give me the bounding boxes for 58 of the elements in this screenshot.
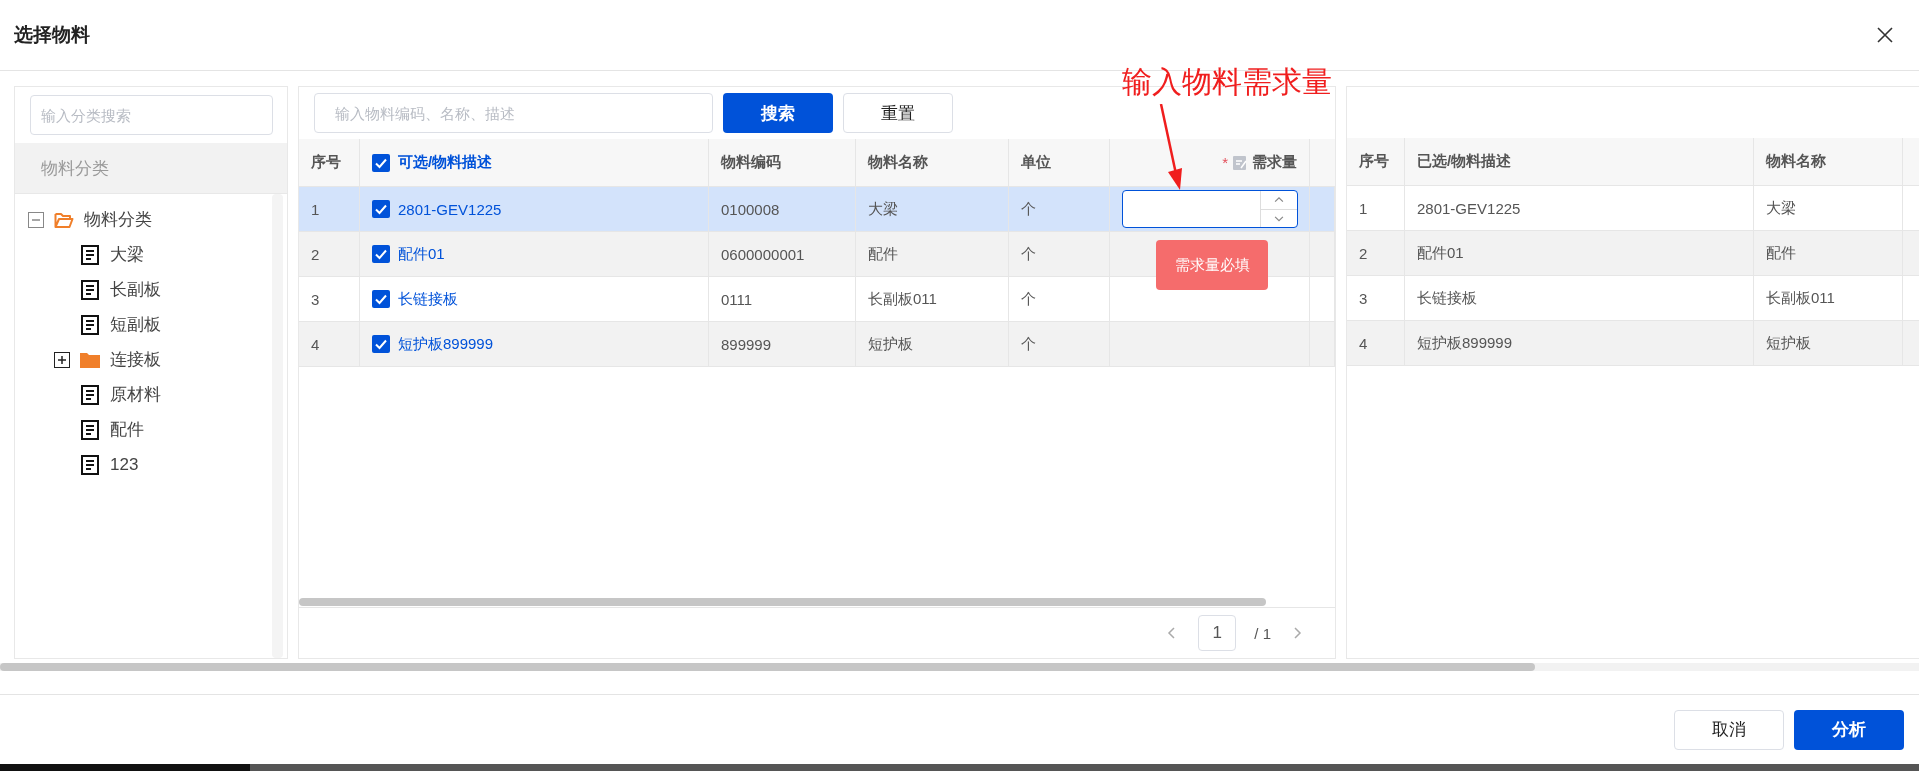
cancel-button[interactable]: 取消 bbox=[1674, 709, 1784, 750]
document-icon bbox=[80, 244, 100, 265]
material-search-field[interactable]: 输入物料编码、名称、描述 bbox=[314, 93, 713, 133]
page-total: / 1 bbox=[1254, 624, 1271, 642]
checkbox[interactable] bbox=[372, 245, 390, 263]
tree-item-label[interactable]: 原材料 bbox=[110, 383, 161, 406]
tree-item-label[interactable]: 配件 bbox=[110, 418, 144, 441]
document-icon bbox=[80, 454, 100, 475]
category-header: 物料分类 bbox=[15, 143, 287, 194]
table-row[interactable]: 3 长链接板 0111 长副板011 个 bbox=[299, 277, 1335, 322]
table-cell: 899999 bbox=[709, 322, 856, 367]
category-search-field[interactable]: 输入分类搜索 bbox=[30, 95, 273, 135]
table-cell: 短护板 bbox=[1754, 321, 1903, 366]
table-cell: 个 bbox=[1009, 322, 1110, 367]
tree-item-label[interactable]: 连接板 bbox=[110, 348, 161, 371]
edit-icon bbox=[1232, 154, 1248, 171]
checkbox[interactable] bbox=[372, 335, 390, 353]
material-description-link[interactable]: 2801-GEV1225 bbox=[398, 200, 502, 218]
required-mark: * bbox=[1222, 154, 1228, 171]
table-row[interactable]: 4 短护板899999 短护板 bbox=[1347, 321, 1919, 366]
row-index: 4 bbox=[299, 322, 360, 367]
document-icon bbox=[80, 279, 100, 300]
table-row[interactable]: 3 长链接板 长副板011 bbox=[1347, 276, 1919, 321]
table-cell: 短护板899999 bbox=[1405, 321, 1754, 366]
document-icon bbox=[80, 384, 100, 405]
search-button[interactable]: 搜索 bbox=[723, 93, 833, 133]
column-header: 可选/物料描述 bbox=[398, 153, 493, 172]
tree-item-label[interactable]: 物料分类 bbox=[84, 208, 152, 231]
table-row[interactable]: 2 配件01 配件 bbox=[1347, 231, 1919, 276]
material-description-link[interactable]: 配件01 bbox=[398, 244, 445, 264]
validation-tooltip: 需求量必填 bbox=[1156, 240, 1268, 290]
tree-item-label[interactable]: 长副板 bbox=[110, 278, 161, 301]
analyze-button[interactable]: 分析 bbox=[1794, 709, 1904, 750]
checkbox[interactable] bbox=[372, 290, 390, 308]
tree-item-label[interactable]: 短副板 bbox=[110, 313, 161, 336]
close-icon[interactable] bbox=[1875, 25, 1895, 45]
horizontal-scrollbar[interactable] bbox=[0, 663, 1535, 671]
column-header: 需求量 bbox=[1252, 153, 1297, 172]
document-icon bbox=[80, 419, 100, 440]
page-number-field[interactable]: 1 bbox=[1198, 615, 1237, 651]
document-icon bbox=[80, 314, 100, 335]
checkbox[interactable] bbox=[372, 200, 390, 218]
annotation-text: 输入物料需求量 bbox=[1122, 64, 1332, 100]
collapse-icon[interactable] bbox=[28, 211, 44, 228]
expand-icon[interactable] bbox=[54, 351, 70, 368]
table-row[interactable]: 4 短护板899999 899999 短护板 个 bbox=[299, 322, 1335, 367]
checkbox[interactable] bbox=[372, 153, 390, 172]
dialog-title: 选择物料 bbox=[14, 23, 90, 47]
table-row[interactable]: 1 2801-GEV1225 大梁 bbox=[1347, 186, 1919, 231]
table-row[interactable]: 1 2801-GEV1225 0100008 大梁 个 bbox=[299, 187, 1335, 232]
tree-item-label[interactable]: 123 bbox=[110, 454, 139, 475]
row-index: 4 bbox=[1347, 321, 1405, 366]
reset-button[interactable]: 重置 bbox=[843, 93, 953, 133]
table-cell: 短护板 bbox=[856, 322, 1009, 367]
material-description-link[interactable]: 短护板899999 bbox=[398, 334, 494, 354]
material-description-link[interactable]: 长链接板 bbox=[398, 289, 458, 309]
tree-item-label[interactable]: 大梁 bbox=[110, 243, 144, 266]
horizontal-scrollbar[interactable] bbox=[299, 598, 1266, 606]
